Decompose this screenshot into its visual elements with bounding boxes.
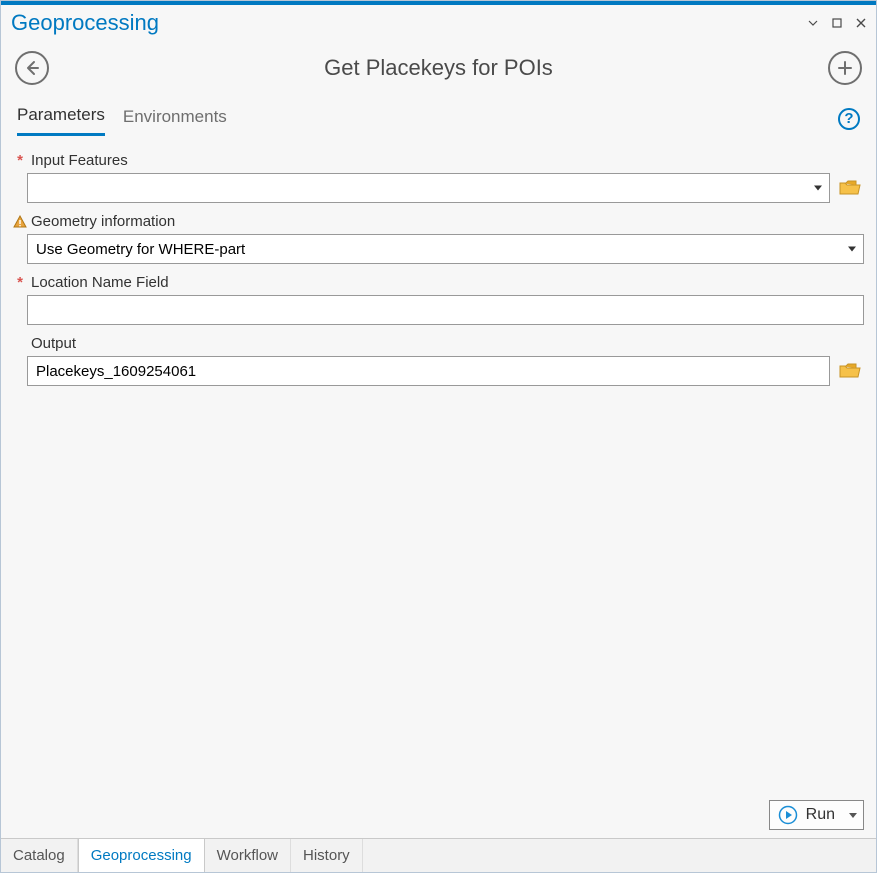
required-icon: * <box>13 152 27 169</box>
folder-icon <box>839 362 861 380</box>
browse-button[interactable] <box>836 173 864 203</box>
dock-tabs: Catalog Geoprocessing Workflow History <box>1 838 876 872</box>
geoprocessing-panel: Geoprocessing Get Placekeys for POIs Par… <box>0 0 877 873</box>
play-icon <box>778 805 798 825</box>
folder-icon <box>839 179 861 197</box>
panel-title-row: Geoprocessing <box>1 5 876 39</box>
back-button[interactable] <box>15 51 49 85</box>
param-label: Output <box>31 335 76 352</box>
param-label: Geometry information <box>31 213 175 230</box>
input-features-field[interactable] <box>27 173 830 203</box>
param-input-features: * Input Features <box>13 152 864 203</box>
tab-history[interactable]: History <box>291 839 363 872</box>
warning-icon <box>13 215 27 229</box>
param-output: Output <box>13 335 864 386</box>
location-name-field-input[interactable] <box>27 295 864 325</box>
required-icon: * <box>13 274 27 291</box>
parameters-body: * Input Features Geometry information <box>1 136 876 794</box>
tab-catalog[interactable]: Catalog <box>1 839 78 872</box>
run-button[interactable]: Run <box>769 800 864 830</box>
tab-geoprocessing[interactable]: Geoprocessing <box>78 838 205 872</box>
param-label: Location Name Field <box>31 274 169 291</box>
run-label: Run <box>806 806 835 824</box>
param-location-name-field: * Location Name Field <box>13 274 864 325</box>
dropdown-caret-icon <box>849 813 857 818</box>
tool-tabs: Parameters Environments ? <box>1 91 876 136</box>
param-label: Input Features <box>31 152 128 169</box>
add-button[interactable] <box>828 51 862 85</box>
output-field[interactable] <box>27 356 830 386</box>
geometry-information-select[interactable] <box>27 234 864 264</box>
tool-header: Get Placekeys for POIs <box>1 39 876 91</box>
panel-title: Geoprocessing <box>11 10 798 36</box>
help-button[interactable]: ? <box>838 108 860 130</box>
browse-button[interactable] <box>836 356 864 386</box>
tool-title: Get Placekeys for POIs <box>49 55 828 81</box>
tab-parameters[interactable]: Parameters <box>17 101 105 136</box>
close-icon[interactable] <box>852 14 870 32</box>
panel-footer: Run Catalog Geoprocessing Workflow Histo… <box>1 794 876 872</box>
param-geometry-information: Geometry information <box>13 213 864 264</box>
window-options-dropdown-icon[interactable] <box>804 14 822 32</box>
tab-workflow[interactable]: Workflow <box>205 839 291 872</box>
auto-hide-icon[interactable] <box>828 14 846 32</box>
tab-environments[interactable]: Environments <box>123 103 227 135</box>
